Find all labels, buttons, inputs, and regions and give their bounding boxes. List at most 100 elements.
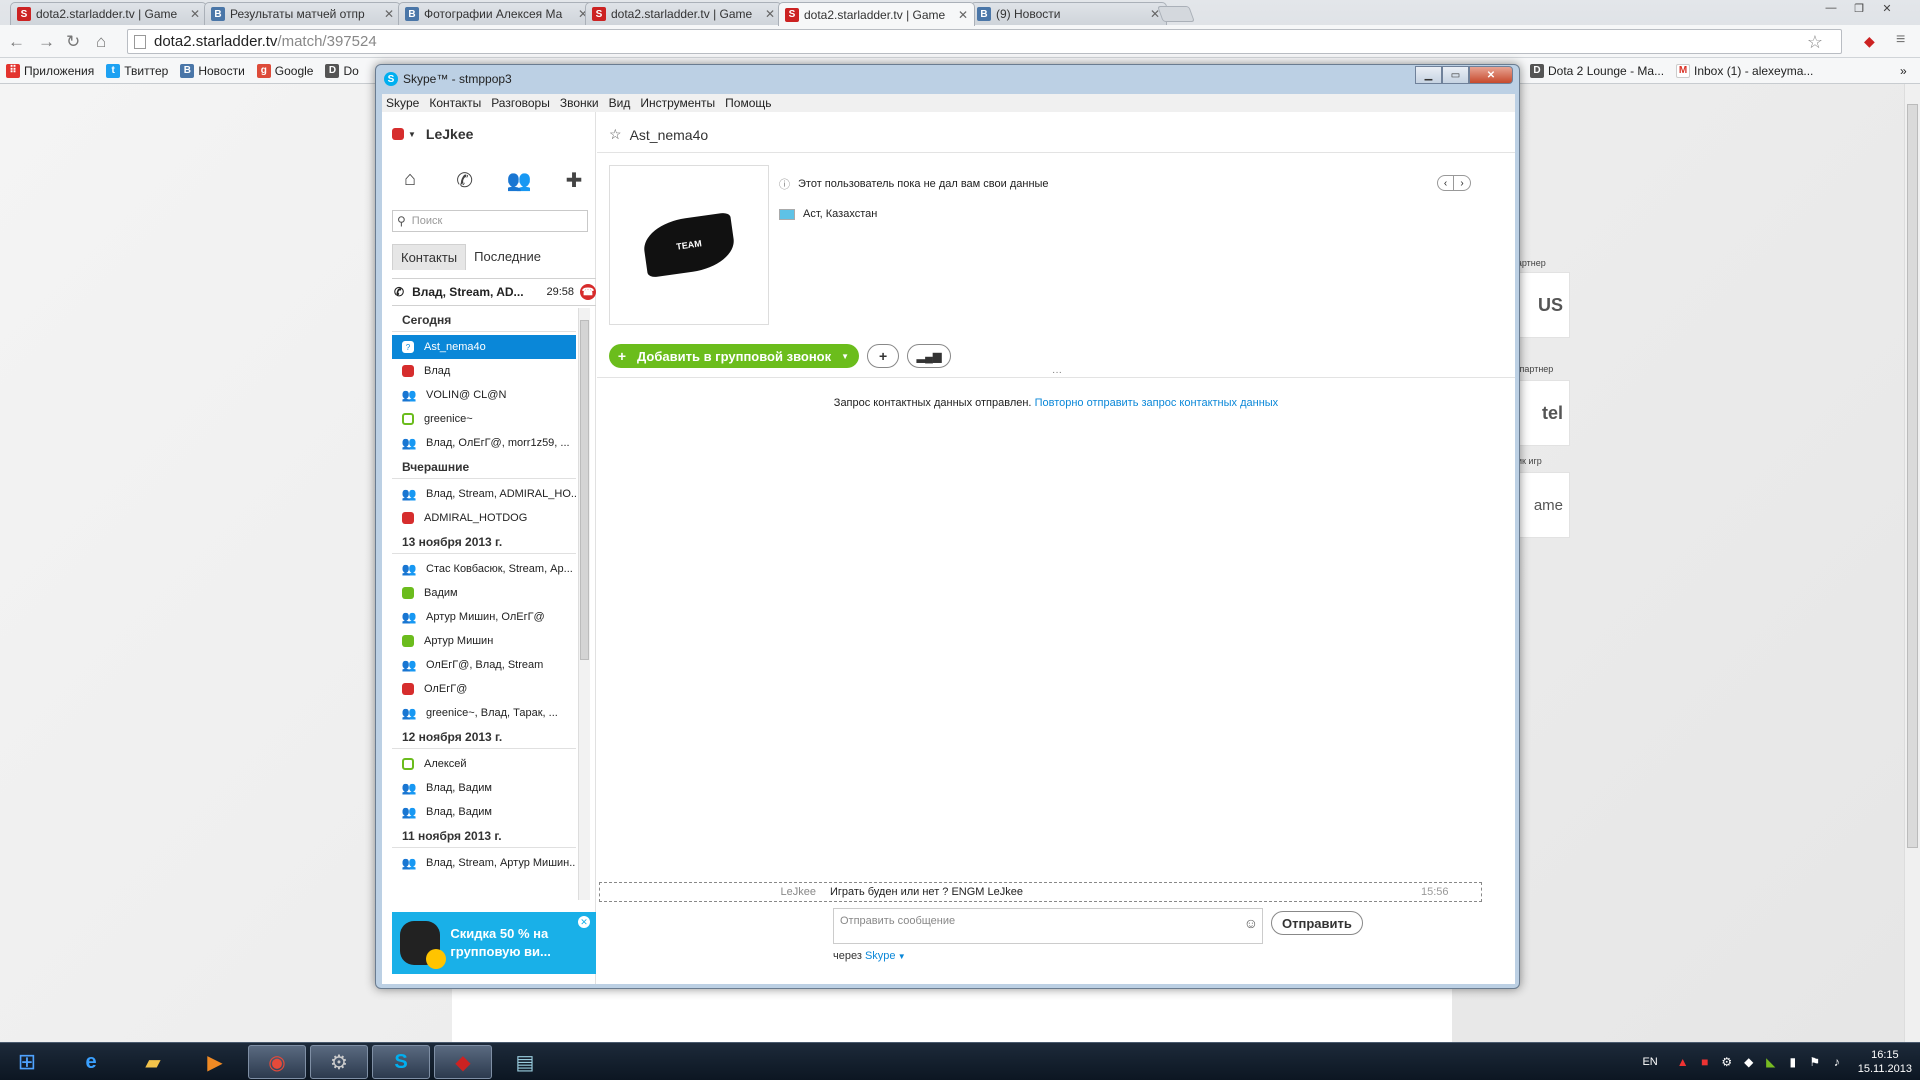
contact-list-item[interactable]: 👥 VOLIN@ CL@N [392,383,576,407]
contact-list-item[interactable]: 👥 Артур Мишин, ОлЕгГ@ [392,605,576,629]
contact-list-item[interactable]: 👥 Влад, Stream, ADMIRAL_HO... [392,482,576,506]
maximize-icon[interactable]: ❐ [1846,0,1872,16]
menu-view[interactable]: Вид [609,96,631,110]
bookmark-gmail[interactable]: M Inbox (1) - alexeyma... [1676,63,1813,78]
browser-tab[interactable]: Sdota2.starladder.tv | Game ✕ [10,2,207,25]
menu-conversations[interactable]: Разговоры [491,96,550,110]
scrollbar-thumb[interactable] [580,320,589,660]
tab-recent[interactable]: Последние [466,244,549,270]
new-tab-button[interactable] [1157,6,1195,22]
contact-list-item[interactable]: 👥 Стас Ковбасюк, Stream, Ар... [392,557,576,581]
reload-icon[interactable]: ↻ [66,32,80,52]
emoticon-icon[interactable]: ☺ [1244,915,1258,931]
chevron-right-icon[interactable]: › [1454,176,1470,190]
contact-list-item[interactable]: 👥 Влад, ОлЕгГ@, morr1z59, ... [392,431,576,455]
steam-tray-icon[interactable]: ⚙ [1719,1054,1735,1070]
maximize-icon[interactable]: ▭ [1442,66,1469,84]
bookmark-star-icon[interactable]: ☆ [1807,32,1823,53]
menu-skype[interactable]: Skype [386,96,419,110]
contact-list-item[interactable]: greenice~ [392,407,576,431]
menu-contacts[interactable]: Контакты [429,96,481,110]
antivirus-icon[interactable]: ■ [1697,1054,1713,1070]
menu-help[interactable]: Помощь [725,96,771,110]
bookmark-twitter[interactable]: t Твиттер [106,63,168,78]
resend-request-link[interactable]: Повторно отправить запрос контактных дан… [1035,397,1279,409]
bookmark-news[interactable]: B Новости [180,63,245,78]
action-center-icon[interactable]: ⚑ [1807,1054,1823,1070]
message-input[interactable]: Отправить сообщение ☺ [833,908,1263,944]
contact-list-item[interactable]: ? Ast_nema4o [392,335,576,359]
close-icon[interactable]: ✕ [1874,0,1900,16]
minimize-icon[interactable]: ▁ [1415,66,1442,84]
bookmark-dota[interactable]: D Do [325,63,359,78]
group-icon[interactable]: 👥 [503,168,535,193]
nvidia-icon[interactable]: ◣ [1763,1054,1779,1070]
phone-icon[interactable]: ✆ [449,168,481,193]
contact-list-scrollbar[interactable] [578,308,590,900]
start-button[interactable]: ⊞ [2,1045,52,1079]
call-quality-button[interactable]: ▂▄▆ [907,344,952,368]
contact-list-item[interactable]: 👥 Влад, Вадим [392,800,576,824]
via-skype-dropdown[interactable]: Skype [865,950,896,962]
taskbar-ie[interactable]: e [62,1045,120,1079]
clock[interactable]: 16:15 15.11.2013 [1858,1048,1912,1076]
tab-contacts[interactable]: Контакты [392,244,467,270]
taskbar-steam[interactable]: ⚙ [310,1045,368,1079]
contact-list-item[interactable]: Артур Мишин [392,629,576,653]
tray-app-icon[interactable]: ◆ [1741,1054,1757,1070]
close-icon[interactable]: ✕ [765,7,775,21]
browser-tab[interactable]: B Фотографии Алексея Ма ✕ [398,2,595,25]
add-contact-icon[interactable]: ✚ [558,168,590,193]
favorite-star-icon[interactable]: ☆ [609,126,622,143]
close-icon[interactable]: ✕ [1469,66,1513,84]
volume-icon[interactable]: ♪ [1829,1054,1845,1070]
browser-tab[interactable]: B Результаты матчей отпр ✕ [204,2,401,25]
contact-list-item[interactable]: 👥 greenice~, Влад, Тарак, ... [392,701,576,725]
contact-list-item[interactable]: ОлЕгГ@ [392,677,576,701]
chat-message[interactable]: LeJkee Играть буден или нет ? ENGM LeJke… [599,882,1482,902]
browser-tab[interactable]: Sdota2.starladder.tv | Game ✕ [585,2,782,25]
menu-icon[interactable]: ≡ [1896,31,1905,49]
bookmark-google[interactable]: g Google [256,63,313,78]
home-icon[interactable]: ⌂ [96,32,106,52]
forward-icon[interactable]: → [38,32,55,52]
network-icon[interactable]: ▮ [1785,1054,1801,1070]
send-button[interactable]: Отправить [1271,911,1363,935]
home-icon[interactable]: ⌂ [394,168,426,193]
bookmark-dota2lounge[interactable]: D Dota 2 Lounge - Ma... [1530,63,1664,78]
browser-tab[interactable]: B (9) Новости ✕ [970,2,1167,25]
add-button[interactable]: + [867,344,900,368]
scrollbar-thumb[interactable] [1907,104,1918,848]
back-icon[interactable]: ← [8,32,25,52]
page-scrollbar[interactable] [1904,84,1920,1042]
taskbar-notepad[interactable]: ▤ [496,1045,554,1079]
contact-list-item[interactable]: ADMIRAL_HOTDOG [392,506,576,530]
bookmark-apps[interactable]: ⠿ Приложения [6,63,94,78]
promo-banner[interactable]: Скидка 50 % на групповую ви... ✕ [392,912,596,974]
contact-list-item[interactable]: 👥 ОлЕгГ@, Влад, Stream [392,653,576,677]
menu-tools[interactable]: Инструменты [640,96,715,110]
language-indicator[interactable]: EN [1642,1056,1657,1068]
contact-list-item[interactable]: 👥 Влад, Вадим [392,776,576,800]
search-input[interactable]: ⚲ Поиск [392,210,588,232]
more-bookmarks-icon[interactable]: » [1900,64,1907,78]
my-status[interactable]: ▼ LeJkee [392,126,473,142]
address-bar[interactable]: dota2.starladder.tv/match/397524 ☆ [127,29,1842,54]
taskbar-dota2[interactable]: ◆ [434,1045,492,1079]
taskbar-skype[interactable]: S [372,1045,430,1079]
contact-list-item[interactable]: Влад [392,359,576,383]
contact-list-item[interactable]: Алексей [392,752,576,776]
add-to-group-call-button[interactable]: + Добавить в групповой звонок ▼ [609,344,860,368]
close-icon[interactable]: ✕ [958,8,968,22]
taskbar-explorer[interactable]: ▰ [124,1045,182,1079]
close-icon[interactable]: ✕ [384,7,394,21]
taskbar-media-player[interactable]: ▶ [186,1045,244,1079]
contact-list-item[interactable]: 👥 Влад, Stream, Артур Мишин... [392,851,576,875]
chevron-left-icon[interactable]: ‹ [1438,176,1454,190]
warning-icon[interactable]: ▲ [1675,1054,1691,1070]
hangup-icon[interactable]: ☎ [580,284,596,300]
active-call[interactable]: ✆ Влад, Stream, AD... 29:58 ☎ [392,278,596,306]
close-icon[interactable]: ✕ [578,916,590,928]
contact-list-item[interactable]: Вадим [392,581,576,605]
close-icon[interactable]: ✕ [190,7,200,21]
